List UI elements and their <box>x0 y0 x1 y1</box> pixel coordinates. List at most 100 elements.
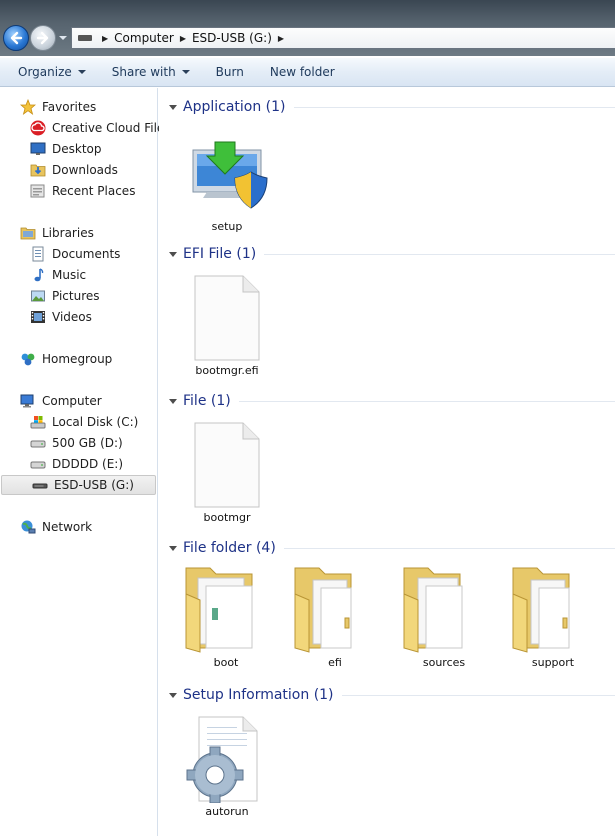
nav-ddddd-e[interactable]: DDDDD (E:) <box>0 454 157 474</box>
blank-file-icon <box>177 272 277 362</box>
nav-network[interactable]: Network <box>0 517 157 537</box>
nav-videos-label: Videos <box>52 310 92 324</box>
folder-item-efi[interactable]: efi <box>285 564 385 669</box>
collapse-chevron-icon[interactable] <box>169 692 177 698</box>
breadcrumb-separator-icon[interactable]: ▶ <box>102 34 108 43</box>
folder-name: sources <box>422 656 466 669</box>
nav-favorites-label: Favorites <box>42 100 97 114</box>
organize-button[interactable]: Organize <box>0 65 94 79</box>
nav-favorites[interactable]: Favorites <box>0 97 157 117</box>
group-header-efi-file[interactable]: EFI File (1) <box>167 244 615 264</box>
nav-pictures[interactable]: Pictures <box>0 286 157 306</box>
breadcrumb-separator-icon[interactable]: ▶ <box>278 34 284 43</box>
group-divider <box>341 694 615 696</box>
nav-libraries-label: Libraries <box>42 226 94 240</box>
back-button[interactable] <box>3 25 29 51</box>
new-folder-label: New folder <box>269 65 335 79</box>
file-name: bootmgr.efi <box>195 364 259 377</box>
breadcrumb-separator-icon[interactable]: ▶ <box>180 34 186 43</box>
command-bar: Organize Share with Burn New folder <box>0 57 615 87</box>
folder-icon <box>503 564 603 654</box>
file-item-setup[interactable]: setup <box>177 128 277 233</box>
group-header-file[interactable]: File (1) <box>167 391 615 411</box>
file-item-bootmgr[interactable]: bootmgr <box>177 419 277 524</box>
computer-icon <box>20 393 36 409</box>
nav-homegroup-label: Homegroup <box>42 352 113 366</box>
nav-computer[interactable]: Computer <box>0 391 157 411</box>
group-header-file-folder[interactable]: File folder (4) <box>167 538 615 558</box>
group-divider <box>293 106 615 108</box>
nav-esd-usb-g[interactable]: ESD-USB (G:) <box>1 475 156 495</box>
new-folder-button[interactable]: New folder <box>262 65 343 79</box>
chevron-down-icon <box>181 70 190 74</box>
folder-item-boot[interactable]: boot <box>176 564 276 669</box>
nav-ddddd-e-label: DDDDD (E:) <box>52 457 124 471</box>
back-arrow-icon <box>10 31 23 45</box>
nav-documents[interactable]: Documents <box>0 244 157 264</box>
chevron-down-icon <box>77 70 86 74</box>
desktop-icon <box>30 141 46 157</box>
breadcrumb-computer[interactable]: Computer <box>114 31 174 45</box>
file-list: Application (1) setup EFI File (1) bootm… <box>159 88 615 836</box>
nav-libraries[interactable]: Libraries <box>0 223 157 243</box>
pictures-icon <box>30 288 46 304</box>
usb-drive-icon <box>32 477 48 493</box>
group-title: Setup Information (1) <box>183 687 334 703</box>
forward-button[interactable] <box>30 25 56 51</box>
burn-button[interactable]: Burn <box>208 65 252 79</box>
nav-downloads[interactable]: Downloads <box>0 160 157 180</box>
file-name: autorun <box>205 805 249 818</box>
file-item-bootmgr-efi[interactable]: bootmgr.efi <box>177 272 277 377</box>
nav-pictures-label: Pictures <box>52 289 100 303</box>
nav-videos[interactable]: Videos <box>0 307 157 327</box>
group-header-application[interactable]: Application (1) <box>167 97 615 117</box>
nav-500gb-d-label: 500 GB (D:) <box>52 436 123 450</box>
navigation-pane: Favorites Creative Cloud Files Desktop D… <box>0 88 171 836</box>
share-with-label: Share with <box>111 65 176 79</box>
setup-information-icon <box>177 713 277 804</box>
forward-arrow-icon <box>36 31 49 45</box>
group-header-setup-information[interactable]: Setup Information (1) <box>167 685 615 705</box>
group-divider <box>264 253 615 255</box>
folder-item-sources[interactable]: sources <box>394 564 494 669</box>
nav-desktop[interactable]: Desktop <box>0 139 157 159</box>
hard-drive-icon <box>30 435 46 451</box>
nav-downloads-label: Downloads <box>52 163 118 177</box>
drive-icon <box>78 35 92 41</box>
nav-creative-cloud-files-label: Creative Cloud Files <box>52 121 171 135</box>
creative-cloud-icon <box>30 120 46 136</box>
hard-drive-icon <box>30 456 46 472</box>
file-name: setup <box>211 220 243 233</box>
file-item-autorun[interactable]: autorun <box>177 713 277 818</box>
homegroup-icon <box>20 351 36 367</box>
nav-500gb-d[interactable]: 500 GB (D:) <box>0 433 157 453</box>
folder-icon <box>176 564 276 654</box>
share-with-button[interactable]: Share with <box>104 65 198 79</box>
file-name: bootmgr <box>203 511 251 524</box>
nav-esd-usb-g-label: ESD-USB (G:) <box>54 478 134 492</box>
libraries-icon <box>20 225 36 241</box>
collapse-chevron-icon[interactable] <box>169 545 177 551</box>
group-title: EFI File (1) <box>183 246 257 262</box>
folder-icon <box>394 564 494 654</box>
nav-desktop-label: Desktop <box>52 142 102 156</box>
nav-recent-places[interactable]: Recent Places <box>0 181 157 201</box>
blank-file-icon <box>177 419 277 509</box>
collapse-chevron-icon[interactable] <box>169 251 177 257</box>
title-bar: ▶ Computer ▶ ESD-USB (G:) ▶ <box>0 0 615 56</box>
address-bar[interactable]: ▶ Computer ▶ ESD-USB (G:) ▶ <box>71 27 615 49</box>
documents-icon <box>30 246 46 262</box>
nav-computer-label: Computer <box>42 394 102 408</box>
folder-item-support[interactable]: support <box>503 564 603 669</box>
nav-creative-cloud-files[interactable]: Creative Cloud Files <box>0 118 171 138</box>
nav-homegroup[interactable]: Homegroup <box>0 349 157 369</box>
nav-recent-places-label: Recent Places <box>52 184 136 198</box>
breadcrumb-esd-usb[interactable]: ESD-USB (G:) <box>192 31 272 45</box>
collapse-chevron-icon[interactable] <box>169 398 177 404</box>
recent-pages-dropdown-icon[interactable] <box>58 33 68 43</box>
collapse-chevron-icon[interactable] <box>169 104 177 110</box>
nav-local-disk-c[interactable]: Local Disk (C:) <box>0 412 157 432</box>
setup-app-icon <box>177 128 277 218</box>
downloads-folder-icon <box>30 162 46 178</box>
nav-music[interactable]: Music <box>0 265 157 285</box>
